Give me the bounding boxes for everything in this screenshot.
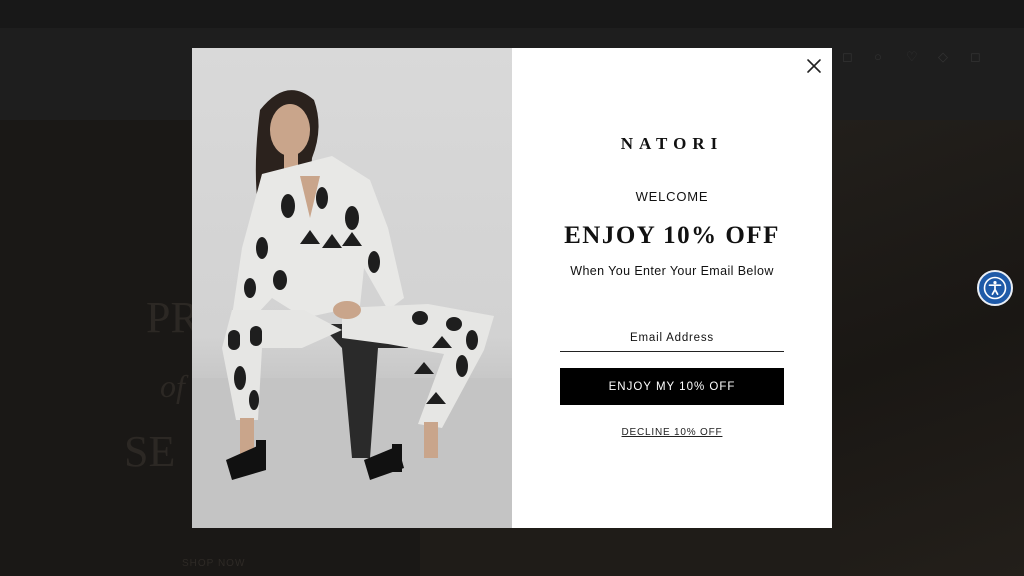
- email-field[interactable]: [560, 324, 784, 352]
- search-icon[interactable]: ○: [874, 50, 888, 64]
- help-icon[interactable]: ◇: [938, 50, 952, 64]
- brand-logo: NATORI: [620, 134, 724, 153]
- hero-artwork-bottom: [420, 528, 840, 576]
- promo-bar: [0, 0, 1024, 29]
- offer-headline: ENJOY 10% OFF: [564, 222, 780, 249]
- submit-offer-button[interactable]: ENJOY MY 10% OFF: [560, 368, 784, 405]
- model-illustration: [192, 90, 512, 528]
- hero-artwork: [832, 120, 1024, 576]
- decline-offer-link[interactable]: DECLINE 10% OFF: [512, 427, 832, 438]
- hero-headline-3: SE: [124, 427, 176, 476]
- email-signup-modal: NATORI WELCOME ENJOY 10% OFF When You En…: [192, 48, 832, 528]
- hero-headline-2: of: [160, 368, 185, 404]
- welcome-heading: WELCOME: [635, 189, 709, 204]
- hero-shop-link: SHOP NOW: [182, 558, 246, 569]
- account-icon[interactable]: ◻: [842, 50, 856, 64]
- model-photo: [192, 48, 512, 528]
- accessibility-button[interactable]: [977, 270, 1013, 306]
- bag-icon[interactable]: ◻: [970, 50, 984, 64]
- offer-subtext: When You Enter Your Email Below: [570, 264, 774, 278]
- wishlist-icon[interactable]: ♡: [906, 50, 920, 64]
- accessibility-icon: [983, 276, 1007, 300]
- modal-content: NATORI WELCOME ENJOY 10% OFF When You En…: [512, 48, 832, 528]
- header-icons: ◻ ○ ♡ ◇ ◻: [842, 50, 984, 64]
- close-button[interactable]: [802, 54, 826, 78]
- close-icon: [807, 59, 821, 73]
